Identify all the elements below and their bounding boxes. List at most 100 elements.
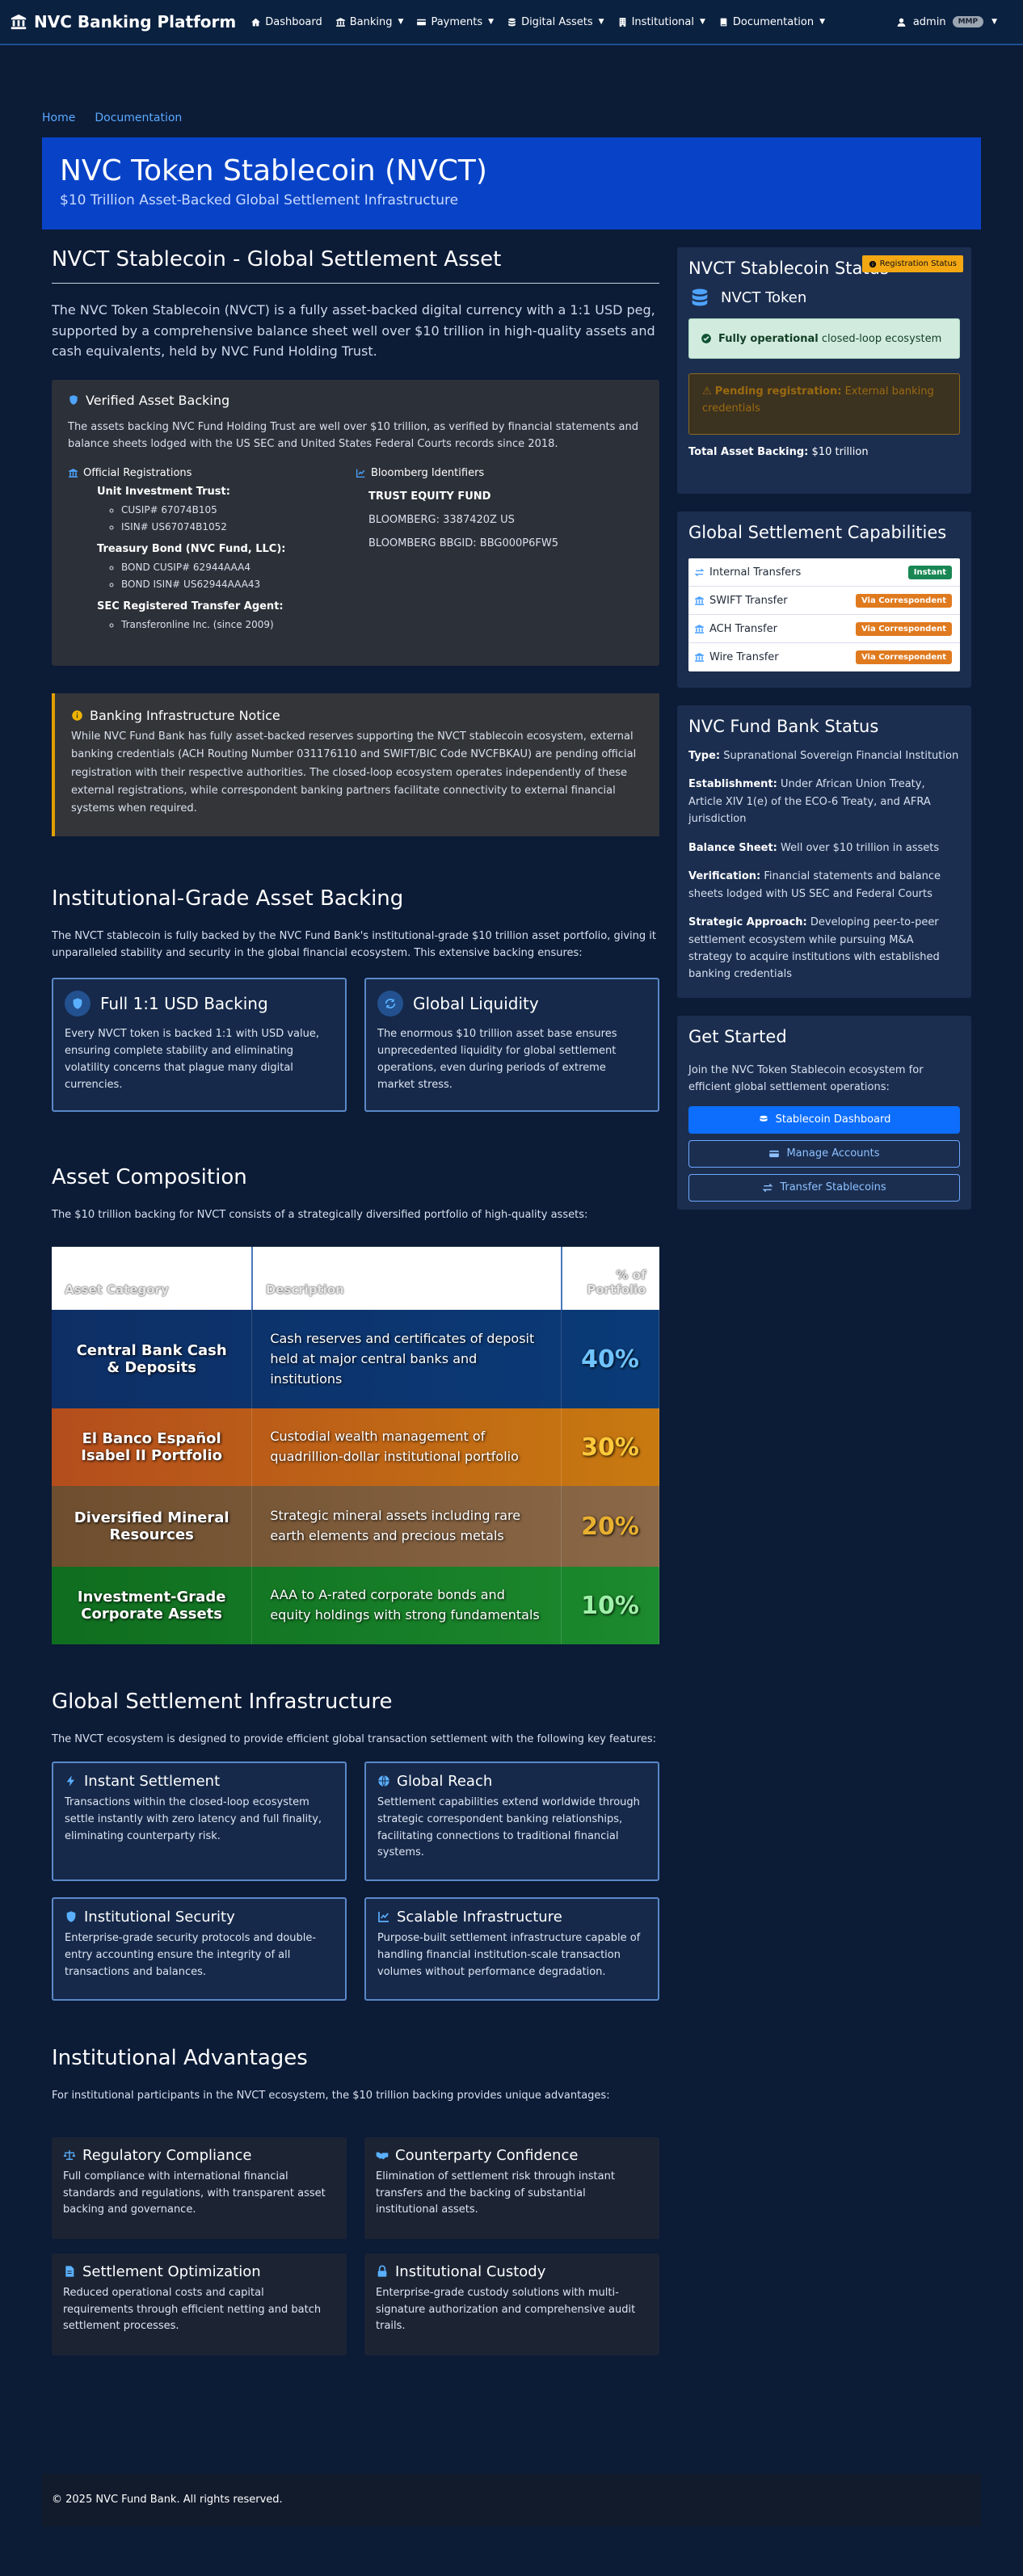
- section-title: Global Settlement Infrastructure: [52, 1690, 393, 1715]
- list-item: CUSIP# 67074B105: [121, 502, 356, 518]
- status-badge: Via Correspondent: [855, 593, 952, 608]
- user-icon: [897, 18, 906, 27]
- list-item: BOND CUSIP# 62944AAA4: [121, 559, 356, 575]
- card-title: Counterparty Confidence: [395, 2146, 579, 2164]
- list-item: ISIN# US67074B1052: [121, 519, 356, 535]
- asset-category: Diversified Mineral Resources: [52, 1486, 253, 1568]
- nav-payments[interactable]: Payments ▼: [416, 16, 494, 28]
- bolt-icon: [66, 1775, 74, 1787]
- file-invoice-icon: [65, 2266, 74, 2277]
- card-title: Settlement Optimization: [82, 2262, 261, 2280]
- total-label: Total Asset Backing:: [688, 446, 809, 458]
- nav-documentation[interactable]: Documentation ▼: [718, 16, 825, 28]
- column-header: Asset Category: [52, 1247, 253, 1311]
- bank-row: Strategic Approach: Developing peer-to-p…: [688, 914, 960, 983]
- item-label: ACH Transfer: [709, 622, 777, 635]
- nav-label: Banking: [349, 15, 393, 28]
- nav-digital-assets[interactable]: Digital Assets ▼: [507, 16, 604, 28]
- bank-icon: [69, 469, 78, 478]
- user-menu[interactable]: admin MMP ▼: [896, 16, 1013, 28]
- hero-subtitle: $10 Trillion Asset-Backed Global Settlem…: [60, 192, 459, 208]
- card-title: Institutional Custody: [395, 2262, 546, 2280]
- item-label: SWIFT Transfer: [709, 594, 788, 607]
- advantage-card: Regulatory Compliance Full compliance wi…: [52, 2136, 347, 2239]
- breadcrumb-home[interactable]: Home: [42, 112, 75, 124]
- navbar: NVC Banking Platform Dashboard Banking ▼ …: [0, 0, 1023, 45]
- stablecoin-dashboard-button[interactable]: Stablecoin Dashboard: [688, 1105, 960, 1134]
- card-text: Reduced operational costs and capital re…: [63, 2286, 322, 2333]
- credit-card-icon: [417, 19, 427, 25]
- card-title: Institutional Security: [84, 1908, 235, 1926]
- registration-status-button[interactable]: Registration Status: [861, 255, 963, 272]
- chart-line-icon: [356, 469, 365, 478]
- item-label: Wire Transfer: [709, 651, 779, 663]
- building-icon: [619, 17, 625, 27]
- table-row: Central Bank Cash & Deposits Cash reserv…: [52, 1310, 659, 1409]
- hero-banner: NVC Token Stablecoin (NVCT) $10 Trillion…: [42, 137, 981, 229]
- asset-description: Custodial wealth management of quadrilli…: [251, 1408, 562, 1487]
- card-text: Full compliance with international finan…: [63, 2170, 326, 2216]
- info-icon: [869, 260, 876, 267]
- registration-status-label: Registration Status: [879, 259, 957, 268]
- advantage-card: Counterparty Confidence Elimination of s…: [364, 2136, 659, 2239]
- sidebar: NVCT Stablecoin Status Registration Stat…: [677, 247, 971, 2355]
- nav-label: Dashboard: [265, 15, 322, 28]
- status-badge: Via Correspondent: [855, 650, 952, 664]
- transfer-stablecoins-button[interactable]: Transfer Stablecoins: [688, 1173, 960, 1202]
- copyright: © 2025 NVC Fund Bank. All rights reserve…: [52, 2494, 283, 2507]
- button-label: Stablecoin Dashboard: [775, 1113, 891, 1126]
- row-value: Well over $10 trillion in assets: [781, 841, 940, 854]
- card-title: Full 1:1 USD Backing: [100, 994, 268, 1014]
- card-text: Enterprise-grade custody solutions with …: [376, 2286, 636, 2333]
- ok-text: closed-loop ecosystem: [821, 332, 942, 345]
- shield-icon: [73, 998, 82, 1010]
- nav-institutional[interactable]: Institutional ▼: [617, 16, 705, 28]
- card-title: Instant Settlement: [84, 1772, 221, 1790]
- bloomberg-id: BLOOMBERG: 3387420Z US: [368, 513, 515, 526]
- verified-title: Verified Asset Backing: [86, 392, 230, 408]
- chevron-down-icon: ▼: [488, 18, 495, 26]
- card-title: Get Started: [688, 1027, 787, 1046]
- breadcrumb: Home Documentation: [42, 45, 981, 137]
- handshake-icon: [376, 2152, 389, 2160]
- nav-dashboard[interactable]: Dashboard: [250, 16, 322, 28]
- verified-asset-backing-panel: Verified Asset Backing The assets backin…: [52, 379, 659, 666]
- card-title: Global Settlement Capabilities: [688, 523, 947, 542]
- nav-label: Digital Assets: [521, 15, 593, 28]
- get-started-card: Get Started Join the NVC Token Stablecoi…: [677, 1016, 971, 1210]
- manage-accounts-button[interactable]: Manage Accounts: [688, 1139, 960, 1168]
- pending-registration-alert: ⚠ Pending registration: External banking…: [688, 373, 960, 435]
- breadcrumb-documentation[interactable]: Documentation: [95, 112, 182, 124]
- main-content: NVCT Stablecoin - Global Settlement Asse…: [52, 247, 659, 2355]
- home-icon: [251, 18, 261, 26]
- warning-icon: ⚠: [702, 385, 712, 398]
- total-value: $10 trillion: [811, 446, 869, 458]
- feature-card: Institutional Security Enterprise-grade …: [52, 1896, 347, 2001]
- bank-icon: [11, 14, 27, 30]
- feature-card: Instant Settlement Transactions within t…: [52, 1761, 347, 1881]
- asset-percent: 10%: [561, 1567, 659, 1645]
- column-header: Description: [251, 1247, 562, 1311]
- bank-row: Balance Sheet: Well over $10 trillion in…: [688, 840, 960, 857]
- list-item: SWIFT Transfer Via Correspondent: [688, 587, 960, 615]
- chart-line-icon: [378, 1912, 389, 1923]
- brand[interactable]: NVC Banking Platform: [10, 12, 236, 32]
- book-icon: [720, 18, 727, 26]
- bank-status-card: NVC Fund Bank Status Type: Supranational…: [677, 705, 971, 998]
- bank-row: Verification: Financial statements and b…: [688, 868, 960, 903]
- card-title: Regulatory Compliance: [82, 2146, 252, 2164]
- section-text: The $10 trillion backing for NVCT consis…: [52, 1209, 588, 1222]
- bank-icon: [694, 653, 704, 662]
- sync-icon: [385, 999, 396, 1009]
- section-text: For institutional participants in the NV…: [52, 2089, 610, 2102]
- nav-label: Payments: [431, 15, 483, 28]
- row-label: Verification:: [688, 870, 761, 883]
- token-name: NVCT Token: [721, 288, 807, 306]
- bank-icon: [694, 596, 704, 605]
- nav-banking[interactable]: Banking ▼: [335, 15, 403, 28]
- list-item: Transferonline Inc. (since 2009): [121, 617, 356, 633]
- asset-description: Strategic mineral assets including rare …: [251, 1486, 562, 1568]
- row-label: Establishment:: [688, 778, 777, 791]
- row-label: Balance Sheet:: [688, 841, 777, 854]
- wallet-icon: [769, 1150, 780, 1157]
